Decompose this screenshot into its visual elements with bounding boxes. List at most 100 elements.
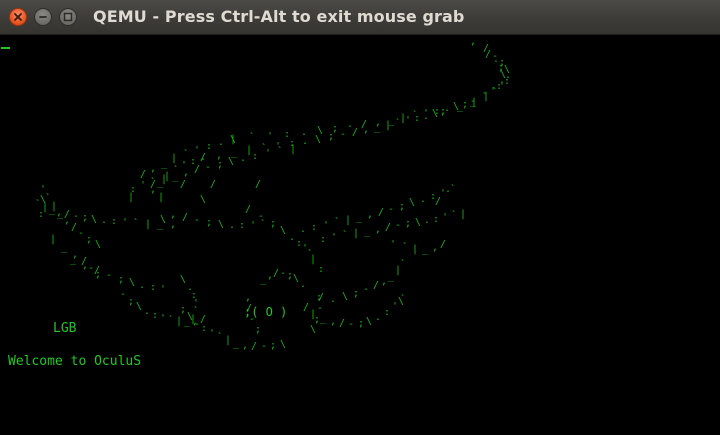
ascii-glyph: |	[310, 254, 317, 265]
ascii-glyph: -	[261, 341, 268, 352]
maximize-button[interactable]	[59, 8, 77, 26]
title-bar[interactable]: QEMU - Press Ctrl-Alt to exit mouse grab	[0, 0, 720, 35]
ascii-glyph: _	[70, 254, 77, 265]
ascii-glyph: ;	[270, 340, 277, 351]
ascii-glyph: \	[180, 274, 187, 285]
ascii-glyph: |	[176, 316, 183, 327]
ascii-glyph: _	[374, 122, 381, 133]
ascii-glyph: '	[405, 115, 412, 126]
ascii-glyph: ;	[399, 201, 406, 212]
ascii-glyph: \	[342, 291, 349, 302]
ascii-glyph: -	[340, 129, 347, 140]
ascii-glyph: '	[160, 284, 167, 295]
ascii-glyph: '	[122, 217, 129, 228]
ascii-glyph: .	[101, 215, 108, 226]
ascii-glyph: |	[161, 174, 168, 185]
ascii-glyph: ,	[330, 316, 337, 327]
ascii-glyph: -	[470, 96, 477, 107]
ascii-glyph: _	[172, 171, 179, 182]
ascii-glyph: -	[205, 162, 212, 173]
ascii-glyph: ,	[170, 219, 177, 230]
ascii-glyph: .	[300, 224, 307, 235]
ascii-glyph: .	[300, 279, 307, 290]
ascii-glyph: :	[384, 307, 391, 318]
ascii-glyph: :	[150, 282, 157, 293]
ascii-glyph: :	[318, 264, 325, 275]
ascii-glyph: _	[233, 338, 240, 349]
ascii-glyph: ;	[270, 218, 277, 229]
ascii-glyph: :	[252, 151, 259, 162]
ascii-glyph: \	[310, 324, 317, 335]
minimize-icon	[39, 16, 47, 18]
ascii-glyph: /	[273, 268, 280, 279]
ascii-glyph: ,	[82, 260, 89, 271]
ascii-glyph: ;	[86, 234, 93, 245]
ascii-glyph: \	[432, 108, 439, 119]
ascii-glyph: ;	[128, 296, 135, 307]
ascii-glyph: /	[255, 179, 262, 190]
ascii-glyph: .	[289, 232, 296, 243]
ascii-glyph: -	[348, 319, 355, 330]
ascii-glyph: -	[280, 268, 287, 279]
ascii-glyph: \	[129, 277, 136, 288]
ascii-glyph: /	[94, 265, 101, 276]
ascii-glyph: `	[482, 92, 489, 103]
ascii-glyph: -	[120, 289, 127, 300]
ascii-glyph: ;	[328, 131, 335, 142]
ascii-glyph: '	[442, 212, 449, 223]
ascii-glyph: \	[95, 239, 102, 250]
ascii-glyph: :	[206, 141, 213, 152]
ascii-glyph: \	[398, 296, 405, 307]
ascii-glyph: ;	[440, 106, 447, 117]
ascii-glyph: ;	[82, 212, 89, 223]
ascii-glyph: \	[228, 156, 235, 167]
ascii-glyph: /	[210, 179, 217, 190]
close-button[interactable]	[9, 8, 27, 26]
ascii-glyph: `	[249, 132, 256, 143]
ascii-glyph: ,	[150, 163, 157, 174]
minimize-button[interactable]	[34, 8, 52, 26]
ascii-glyph: \	[40, 194, 47, 205]
ascii-glyph: .	[330, 294, 337, 305]
ascii-glyph: _	[388, 271, 395, 282]
ascii-glyph: '	[160, 313, 167, 324]
ascii-glyph: -	[317, 303, 324, 314]
ascii-glyph: :	[239, 220, 246, 231]
close-icon	[14, 13, 22, 21]
ascii-glyph: ,	[245, 292, 252, 303]
ascii-glyph: :	[201, 323, 208, 334]
ascii-glyph: ,	[170, 209, 177, 220]
ascii-glyph: :	[496, 81, 503, 92]
ascii-glyph: \	[280, 225, 287, 236]
maximize-icon	[63, 12, 73, 22]
ascii-glyph: /	[373, 280, 380, 291]
ascii-glyph: /	[352, 127, 359, 138]
ascii-glyph: ,	[367, 209, 374, 220]
author-line: LGB	[53, 321, 77, 336]
ascii-glyph: /	[180, 179, 187, 190]
ascii-glyph: _	[260, 274, 267, 285]
ascii-glyph: ;	[217, 159, 224, 170]
ascii-glyph: -	[258, 211, 265, 222]
window-title: QEMU - Press Ctrl-Alt to exit mouse grab	[93, 7, 465, 26]
ascii-glyph: |	[385, 120, 392, 131]
ascii-glyph: \	[409, 197, 416, 208]
ascii-glyph: .	[229, 220, 236, 231]
ascii-glyph: '	[323, 220, 330, 231]
ascii-glyph: .	[423, 111, 430, 122]
ascii-glyph: \	[315, 134, 322, 145]
ascii-glyph: .	[139, 280, 146, 291]
ascii-glyph: /	[245, 204, 252, 215]
qemu-screen[interactable]: , / -; \.: ' ` | _ / -; \.: ' ` | _, -; \.: ' ` | _, / -; \.: ' `…	[0, 35, 720, 435]
ascii-glyph: :	[316, 292, 323, 303]
ascii-glyph: /	[339, 318, 346, 329]
ascii-glyph: :	[414, 113, 421, 124]
ascii-glyph: '	[209, 328, 216, 339]
ascii-glyph: \	[136, 301, 143, 312]
ascii-glyph: /	[485, 49, 492, 60]
eye-center-text: ;( O )	[244, 305, 288, 319]
ascii-glyph: \	[366, 316, 373, 327]
ascii-glyph: .	[375, 312, 382, 323]
ascii-glyph: :	[320, 234, 327, 245]
ascii-glyph: .	[218, 137, 225, 148]
